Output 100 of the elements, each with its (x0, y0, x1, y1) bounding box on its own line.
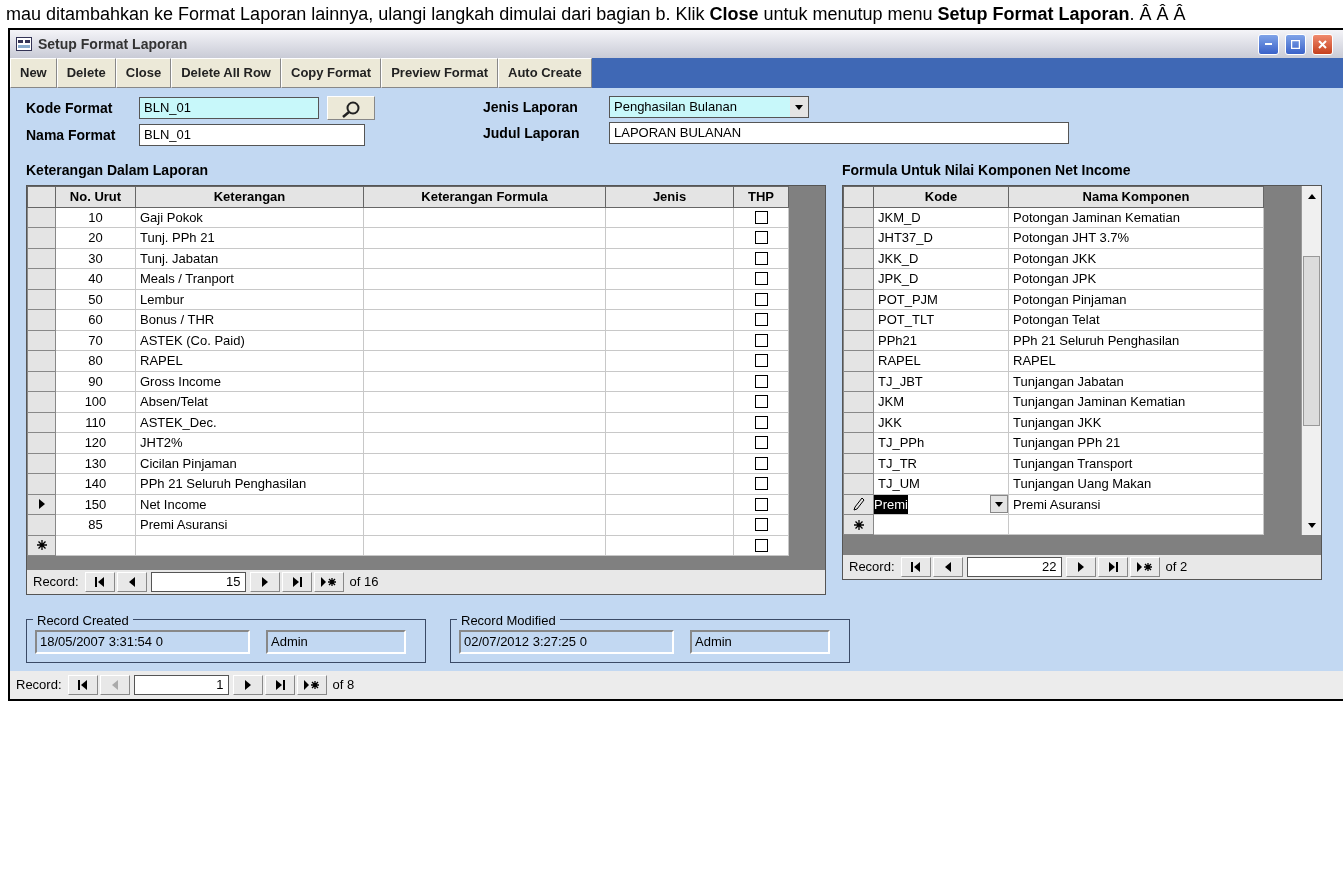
field-label: Judul Laporan (483, 123, 581, 143)
toolbar-button[interactable]: Auto Create (498, 58, 592, 88)
minimize-button[interactable] (1258, 33, 1279, 55)
read-only-field: 02/07/2012 3:27:25 0 (459, 629, 674, 654)
checkbox[interactable] (754, 518, 768, 532)
checkbox[interactable] (754, 374, 768, 388)
checkbox[interactable] (754, 313, 768, 327)
caret-icon (795, 104, 803, 110)
table-cell: TJ_JBT (873, 371, 1009, 392)
toolbar-button[interactable]: Copy Format (281, 58, 382, 88)
record-number-field[interactable]: 1 (133, 674, 229, 695)
new-record-button[interactable] (296, 674, 327, 695)
table-cell: Meals / Tranport (135, 268, 364, 289)
maximize-button[interactable] (1285, 33, 1306, 55)
checkbox[interactable] (754, 251, 768, 265)
table-cell: 130 (55, 453, 136, 474)
toolbar-button[interactable]: New (10, 58, 57, 88)
table-cell: 20 (55, 227, 136, 248)
previous-record-button[interactable] (116, 571, 147, 592)
table-cell: Lembur (135, 289, 364, 310)
text-field[interactable]: LAPORAN BULANAN (609, 122, 1069, 144)
column-header: Keterangan Formula (363, 186, 606, 207)
checkbox[interactable] (754, 456, 768, 470)
record-number-field[interactable]: 22 (966, 557, 1062, 577)
maximize-icon (1291, 39, 1300, 49)
section-title: Formula Untuk Nilai Komponen Net Income (842, 161, 1132, 180)
text-field[interactable]: BLN_01 (139, 97, 319, 119)
search-button[interactable] (327, 96, 375, 120)
table-cell: 90 (55, 371, 136, 392)
checkbox[interactable] (754, 210, 768, 224)
table-cell: 85 (55, 514, 136, 535)
table-cell: Tunjangan PPh 21 (1008, 432, 1264, 453)
table-cell: 70 (55, 330, 136, 351)
record-label: Record: (33, 572, 79, 591)
first-record-icon (93, 575, 106, 588)
last-record-button[interactable] (264, 674, 295, 695)
table-cell: RAPEL (1008, 350, 1264, 371)
column-header: Nama Komponen (1008, 186, 1264, 207)
checkbox[interactable] (754, 477, 768, 491)
table-cell: PPh 21 Seluruh Penghasilan (135, 473, 364, 494)
dropdown-field[interactable]: Premi (873, 494, 1009, 515)
checkbox[interactable] (754, 231, 768, 245)
row-selector[interactable] (843, 494, 874, 515)
table-cell: 40 (55, 268, 136, 289)
toolbar-button[interactable]: Delete All Row (171, 58, 281, 88)
record-number-field[interactable]: 15 (150, 571, 246, 592)
search-icon (341, 99, 361, 118)
new-record-icon (1136, 561, 1154, 573)
table-cell: 100 (55, 391, 136, 412)
table-cell: Tunjangan Uang Makan (1008, 473, 1264, 494)
pencil-icon (852, 497, 865, 512)
first-record-button[interactable] (67, 674, 98, 695)
dropdown-field[interactable]: Penghasilan Bulanan (609, 96, 809, 118)
checkbox[interactable] (754, 497, 768, 511)
checkbox[interactable] (754, 395, 768, 409)
record-count: of 2 (1165, 558, 1188, 577)
scrollbar[interactable] (1301, 186, 1321, 535)
text-field[interactable]: BLN_01 (139, 124, 365, 146)
next-record-button[interactable] (232, 674, 263, 695)
first-record-button[interactable] (84, 571, 115, 592)
checkbox[interactable] (754, 333, 768, 347)
checkbox[interactable] (754, 436, 768, 450)
current-row-icon (36, 498, 47, 511)
read-only-field: Admin (690, 629, 830, 654)
checkbox[interactable] (754, 354, 768, 368)
table-cell: 110 (55, 412, 136, 433)
checkbox[interactable] (754, 272, 768, 286)
toolbar-button[interactable]: Delete (56, 58, 116, 88)
close-icon (1318, 39, 1327, 49)
last-record-button[interactable] (1097, 557, 1128, 577)
last-record-button[interactable] (281, 571, 312, 592)
minimize-icon (1265, 43, 1272, 45)
field-label: Nama Format (26, 125, 117, 145)
read-only-field: 18/05/2007 3:31:54 0 (35, 629, 250, 654)
table-cell: Tunjangan JKK (1008, 412, 1264, 433)
close-button[interactable] (1312, 33, 1333, 55)
toolbar-button[interactable]: Close (115, 58, 172, 88)
checkbox[interactable] (754, 415, 768, 429)
next-record-button[interactable] (1065, 557, 1096, 577)
previous-record-button[interactable] (932, 557, 963, 577)
row-selector[interactable] (27, 494, 56, 515)
instruction-text: mau ditambahkan ke Format Laporan lainnya, ulangi langkah dimulai dari bagian b. Klik Close untuk menutup menu Setup Format Laporan. Â Â Â (5, 3, 1187, 26)
caret-icon (995, 501, 1003, 507)
new-record-button[interactable] (313, 571, 344, 592)
checkbox[interactable] (754, 292, 768, 306)
table-cell: ASTEK (Co. Paid) (135, 330, 364, 351)
first-record-button[interactable] (900, 557, 931, 577)
next-record-button[interactable] (249, 571, 280, 592)
table-cell: 50 (55, 289, 136, 310)
grid-corner (843, 186, 874, 207)
checkbox[interactable] (754, 538, 768, 552)
record-count: of 16 (349, 572, 379, 591)
field-label: Jenis Laporan (483, 97, 579, 117)
last-record-icon (1106, 561, 1119, 573)
new-record-button[interactable] (1129, 557, 1160, 577)
table-cell: JKK_D (873, 248, 1009, 269)
new-row-icon (852, 518, 865, 531)
column-header: Jenis (605, 186, 734, 207)
record-label: Record: (849, 558, 895, 577)
toolbar-button[interactable]: Preview Format (381, 58, 498, 88)
